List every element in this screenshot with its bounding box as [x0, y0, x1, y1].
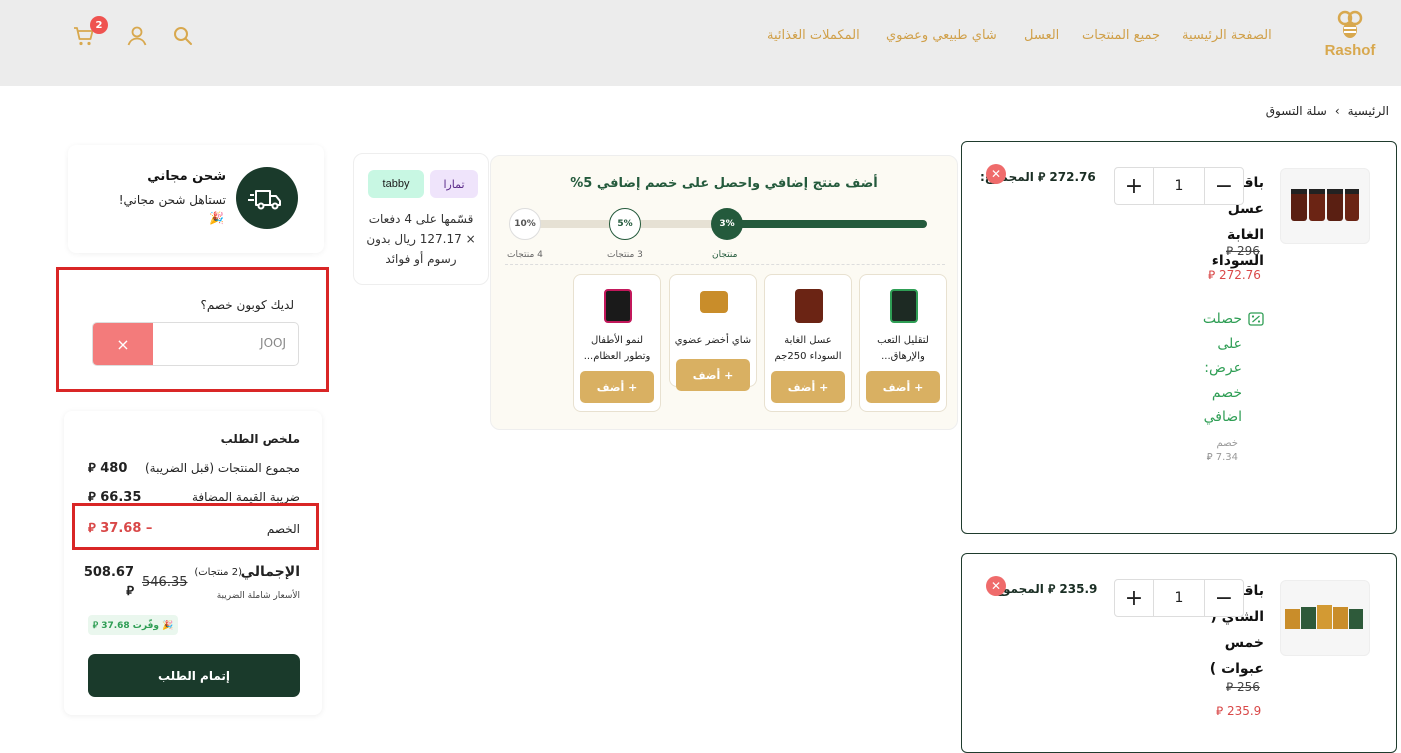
shipping-subtitle: تستاهل شحن مجاني! [118, 193, 226, 207]
upsell-product-card: عسل الغابة السوداء 250جم + أضف [764, 274, 852, 412]
nav-tea[interactable]: شاي طبيعي وعضوي [886, 28, 997, 43]
item-total-value: 272.76 ⃁ [1038, 170, 1096, 184]
total-new-value: 508.67 ⃁ [83, 565, 134, 599]
upsell-product-card: لنمو الأطفال وتطور العظام... + أضف [573, 274, 661, 412]
upsell-panel: أضف منتج إضافي واحصل على خصم إضافي 5% 3%… [490, 155, 958, 430]
honey-jars-image [1291, 189, 1359, 221]
product-image [890, 289, 918, 323]
divider [505, 264, 945, 265]
nav-honey[interactable]: العسل [1024, 28, 1059, 43]
breadcrumb-current: سلة التسوق [1265, 104, 1327, 118]
delivery-truck-icon [248, 190, 281, 210]
coupon-question: لديك كوبون خصم؟ [200, 298, 294, 312]
truck-icon-badge [236, 167, 298, 229]
cart-count-badge: 2 [90, 16, 108, 34]
upsell-progress-fill [712, 220, 927, 228]
vat-label: ضريبة القيمة المضافة [191, 490, 300, 504]
item-discount: خصم 7.34 ⃁ [1198, 437, 1238, 465]
coupon-box: لديك كوبون خصم؟ × JOOJ [56, 267, 329, 392]
tea-boxes-image [1285, 605, 1363, 629]
coupon-input[interactable]: × JOOJ [92, 322, 299, 366]
cart-item: باقة الشاي ( خمس عبوات ) 256 ⃁ 235.9 ⃁ −… [961, 553, 1397, 753]
item-discount-label: خصم [1216, 438, 1238, 449]
nav-home[interactable]: الصفحة الرئيسية [1182, 28, 1272, 43]
product-image [700, 291, 728, 313]
breadcrumb-home[interactable]: الرئيسية [1348, 104, 1389, 118]
installments-box: تمارا tabby قسّمها على 4 دفعات × 127.17 … [353, 153, 489, 285]
breadcrumb: الرئيسية › سلة التسوق [1266, 104, 1389, 118]
upsell-product-name: لنمو الأطفال وتطور العظام... [583, 335, 651, 362]
upsell-product-name: عسل الغابة السوداء 250جم [774, 335, 842, 362]
item-discount-value: 7.34 ⃁ [1206, 452, 1238, 463]
upsell-step-label: 3 منتجات [607, 250, 643, 260]
quantity-value[interactable]: 1 [1153, 580, 1205, 616]
quantity-decrease-button[interactable]: − [1205, 174, 1243, 199]
coupon-code-value[interactable]: JOOJ [260, 336, 286, 350]
nav-all-products[interactable]: جميع المنتجات [1082, 28, 1160, 43]
free-shipping-card: شحن مجاني تستاهل شحن مجاني! 🎉 [68, 145, 324, 253]
product-new-price: 235.9 ⃁ [1216, 704, 1262, 718]
quantity-increase-button[interactable]: + [1115, 586, 1153, 611]
add-upsell-button[interactable]: + أضف [580, 371, 654, 403]
installments-text: قسّمها على 4 دفعات × 127.17 ريال بدون رس… [366, 212, 476, 266]
item-total-value: 235.9 ⃁ [1048, 582, 1098, 596]
cart-item: باقة عسل الغابة السوداء 296 ⃁ 272.76 ⃁ −… [961, 141, 1397, 534]
saved-badge: 🎉 وفّرت 37.68 ⃁ [88, 615, 178, 635]
remove-item-button[interactable]: ✕ [986, 164, 1006, 184]
add-upsell-button[interactable]: + أضف [771, 371, 845, 403]
product-image[interactable] [1280, 168, 1370, 244]
summary-title: ملخص الطلب [220, 432, 300, 446]
tabby-badge[interactable]: tabby [368, 170, 424, 198]
quantity-stepper: − 1 + [1114, 167, 1244, 205]
item-total: 235.9 ⃁ المجموع: [990, 582, 1097, 597]
product-old-price: 256 ⃁ [1226, 680, 1260, 694]
total-item-count: (2 منتجات) [194, 567, 242, 578]
total-old-value: 546.35 [142, 575, 188, 590]
remove-item-button[interactable]: ✕ [986, 576, 1006, 596]
upsell-step: 3% [711, 208, 743, 240]
brand-name: Rashof [1324, 42, 1376, 59]
party-emoji: 🎉 [209, 211, 224, 225]
discount-tag-icon [1248, 312, 1264, 326]
tamara-badge[interactable]: تمارا [430, 170, 478, 198]
subtotal-value: 480 ⃁ [88, 461, 128, 476]
product-new-price: 272.76 ⃁ [1208, 268, 1261, 282]
quantity-value[interactable]: 1 [1153, 168, 1205, 204]
subtotal-label: مجموع المنتجات (قبل الضريبة) [144, 461, 300, 475]
upsell-step: 10% [509, 208, 541, 240]
quantity-stepper: − 1 + [1114, 579, 1244, 617]
bee-logo-icon [1337, 10, 1363, 38]
upsell-product-card: شاي أخضر عضوي + أضف [669, 274, 757, 391]
upsell-step-label: منتجان [712, 250, 738, 260]
upsell-product-card: لتقليل التعب والإرهاق... + أضف [859, 274, 947, 412]
quantity-increase-button[interactable]: + [1115, 174, 1153, 199]
tax-note: الأسعار شاملة الضريبة [216, 591, 300, 601]
total-label: الإجمالي [240, 564, 300, 580]
offer-applied-text: حصلت على عرض: خصم اضافي [1202, 311, 1242, 425]
nav-supplements[interactable]: المكملات الغذائية [767, 28, 860, 43]
upsell-step-label: 4 منتجات [507, 250, 543, 260]
shipping-title: شحن مجاني [147, 169, 226, 184]
product-image[interactable] [1280, 580, 1370, 656]
product-image [795, 289, 823, 323]
discount-highlight [72, 503, 319, 550]
product-image [604, 289, 632, 323]
add-upsell-button[interactable]: + أضف [866, 371, 940, 403]
upsell-product-name: شاي أخضر عضوي [674, 335, 752, 346]
upsell-title: أضف منتج إضافي واحصل على خصم إضافي 5% [570, 176, 878, 191]
upsell-step: 5% [609, 208, 641, 240]
product-old-price: 296 ⃁ [1226, 244, 1260, 258]
upsell-product-name: لتقليل التعب والإرهاق... [877, 335, 929, 362]
search-icon[interactable] [171, 24, 195, 48]
breadcrumb-separator: › [1334, 104, 1340, 118]
coupon-clear-button[interactable]: × [93, 323, 153, 365]
user-icon[interactable] [125, 24, 149, 48]
brand-logo[interactable]: Rashof [1318, 10, 1382, 70]
quantity-decrease-button[interactable]: − [1205, 586, 1243, 611]
checkout-button[interactable]: إتمام الطلب [88, 654, 300, 697]
add-upsell-button[interactable]: + أضف [676, 359, 750, 391]
site-header: Rashof الصفحة الرئيسية جميع المنتجات الع… [0, 0, 1401, 86]
